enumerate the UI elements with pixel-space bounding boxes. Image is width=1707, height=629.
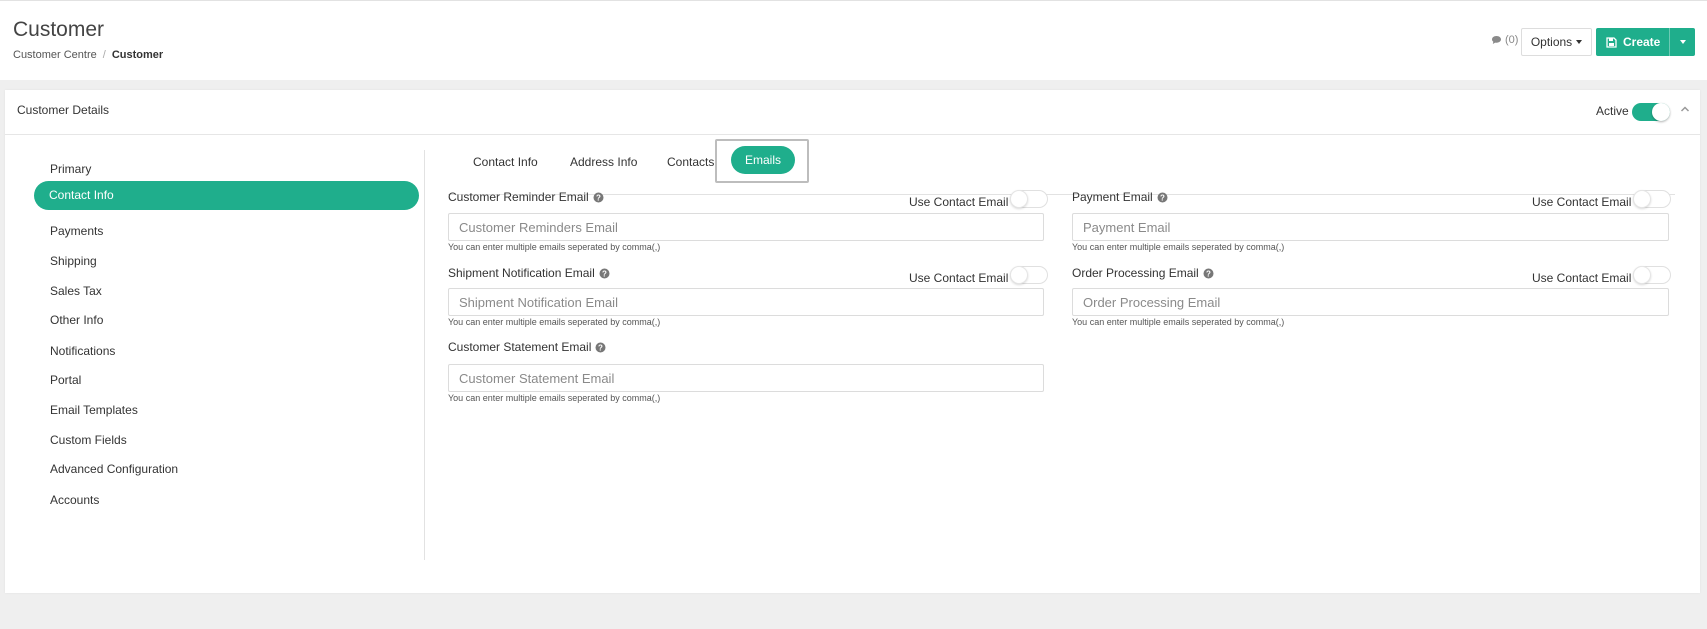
tab-contacts[interactable]: Contacts [667, 155, 714, 169]
customer-statement-label: Customer Statement Email ? [448, 340, 606, 354]
caret-down-icon [1679, 40, 1686, 44]
sidebar-item-shipping[interactable]: Shipping [50, 254, 97, 268]
payment-email-label-text: Payment Email [1072, 190, 1153, 204]
sidebar-item-advanced-configuration[interactable]: Advanced Configuration [50, 462, 178, 476]
comment-icon [1492, 36, 1501, 44]
order-processing-hint: You can enter multiple emails seperated … [1072, 317, 1285, 327]
sidebar-item-email-templates[interactable]: Email Templates [50, 403, 138, 417]
shipment-use-contact-label: Use Contact Email [909, 271, 1009, 285]
save-icon [1606, 36, 1617, 48]
card-header: Customer Details Active [5, 90, 1700, 135]
page-title: Customer [13, 18, 105, 41]
order-processing-email-input[interactable] [1072, 288, 1669, 316]
shipment-notification-email-input[interactable] [448, 288, 1044, 316]
breadcrumb-item-customer-centre[interactable]: Customer Centre [13, 49, 97, 61]
help-icon[interactable]: ? [1203, 268, 1214, 279]
payment-use-contact-label: Use Contact Email [1532, 195, 1632, 209]
help-icon[interactable]: ? [599, 268, 610, 279]
payment-hint: You can enter multiple emails seperated … [1072, 242, 1285, 252]
breadcrumb-item-current: Customer [111, 49, 164, 61]
sidebar-item-payments[interactable]: Payments [50, 224, 103, 238]
order-processing-use-contact-label: Use Contact Email [1532, 271, 1632, 285]
sidebar-item-contact-info[interactable]: Contact Info [34, 181, 419, 210]
sidebar-item-portal[interactable]: Portal [50, 373, 81, 387]
options-button[interactable]: Options [1521, 28, 1592, 56]
comment-count: (0) [1505, 34, 1519, 46]
customer-statement-hint: You can enter multiple emails seperated … [448, 393, 661, 403]
create-dropdown-toggle[interactable] [1669, 28, 1695, 56]
sidebar-item-accounts[interactable]: Accounts [50, 493, 99, 507]
sidebar-item-notifications[interactable]: Notifications [50, 344, 115, 358]
create-button-group: Create [1596, 28, 1695, 56]
svg-text:?: ? [596, 193, 601, 202]
payment-email-input[interactable] [1072, 213, 1669, 241]
sidebar-item-sales-tax[interactable]: Sales Tax [50, 284, 102, 298]
tab-bar-divider [448, 194, 1675, 195]
order-processing-use-contact-toggle[interactable] [1633, 266, 1671, 284]
customer-statement-label-text: Customer Statement Email [448, 340, 592, 354]
breadcrumb-separator: / [102, 49, 106, 61]
side-nav: Primary Contact Info Payments Shipping S… [10, 150, 425, 560]
tab-emails[interactable]: Emails [731, 146, 795, 174]
shipment-use-contact-toggle[interactable] [1010, 266, 1048, 284]
order-processing-label: Order Processing Email ? [1072, 266, 1214, 280]
caret-down-icon [1576, 40, 1583, 44]
customer-reminder-use-contact-label: Use Contact Email [909, 195, 1009, 209]
svg-text:?: ? [602, 269, 607, 278]
customer-reminder-hint: You can enter multiple emails seperated … [448, 242, 661, 252]
options-label: Options [1530, 35, 1573, 49]
breadcrumb: Customer Centre / Customer [13, 49, 163, 61]
create-label: Create [1623, 35, 1661, 49]
order-processing-label-text: Order Processing Email [1072, 266, 1199, 280]
tab-address-info[interactable]: Address Info [570, 155, 637, 169]
shipment-notification-label: Shipment Notification Email ? [448, 266, 610, 280]
sidebar-item-other-info[interactable]: Other Info [50, 313, 103, 327]
sidebar-item-primary[interactable]: Primary [50, 162, 91, 176]
create-button[interactable]: Create [1596, 35, 1669, 49]
help-icon[interactable]: ? [595, 342, 606, 353]
customer-details-card: Customer Details Active Primary Contact … [5, 90, 1700, 593]
shipment-hint: You can enter multiple emails seperated … [448, 317, 661, 327]
help-icon[interactable]: ? [593, 192, 604, 203]
payment-use-contact-toggle[interactable] [1633, 190, 1671, 208]
active-label: Active [1596, 104, 1629, 118]
active-toggle[interactable] [1632, 103, 1670, 121]
customer-reminder-label-text: Customer Reminder Email [448, 190, 589, 204]
payment-email-label: Payment Email ? [1072, 190, 1168, 204]
svg-text:?: ? [1206, 269, 1211, 278]
chevron-up-icon[interactable] [1680, 104, 1690, 114]
customer-statement-email-input[interactable] [448, 364, 1044, 392]
sidebar-item-custom-fields[interactable]: Custom Fields [50, 433, 127, 447]
tab-contact-info[interactable]: Contact Info [473, 155, 538, 169]
card-title: Customer Details [17, 103, 110, 117]
customer-reminder-email-input[interactable] [448, 213, 1044, 241]
help-icon[interactable]: ? [1157, 192, 1168, 203]
comments-button[interactable]: (0) [1491, 34, 1518, 46]
page-header: Customer Customer Centre / Customer (0) Op… [0, 0, 1707, 80]
svg-text:?: ? [598, 343, 603, 352]
shipment-notification-label-text: Shipment Notification Email [448, 266, 595, 280]
customer-reminder-label: Customer Reminder Email ? [448, 190, 604, 204]
svg-text:?: ? [1160, 193, 1165, 202]
customer-reminder-use-contact-toggle[interactable] [1010, 190, 1048, 208]
